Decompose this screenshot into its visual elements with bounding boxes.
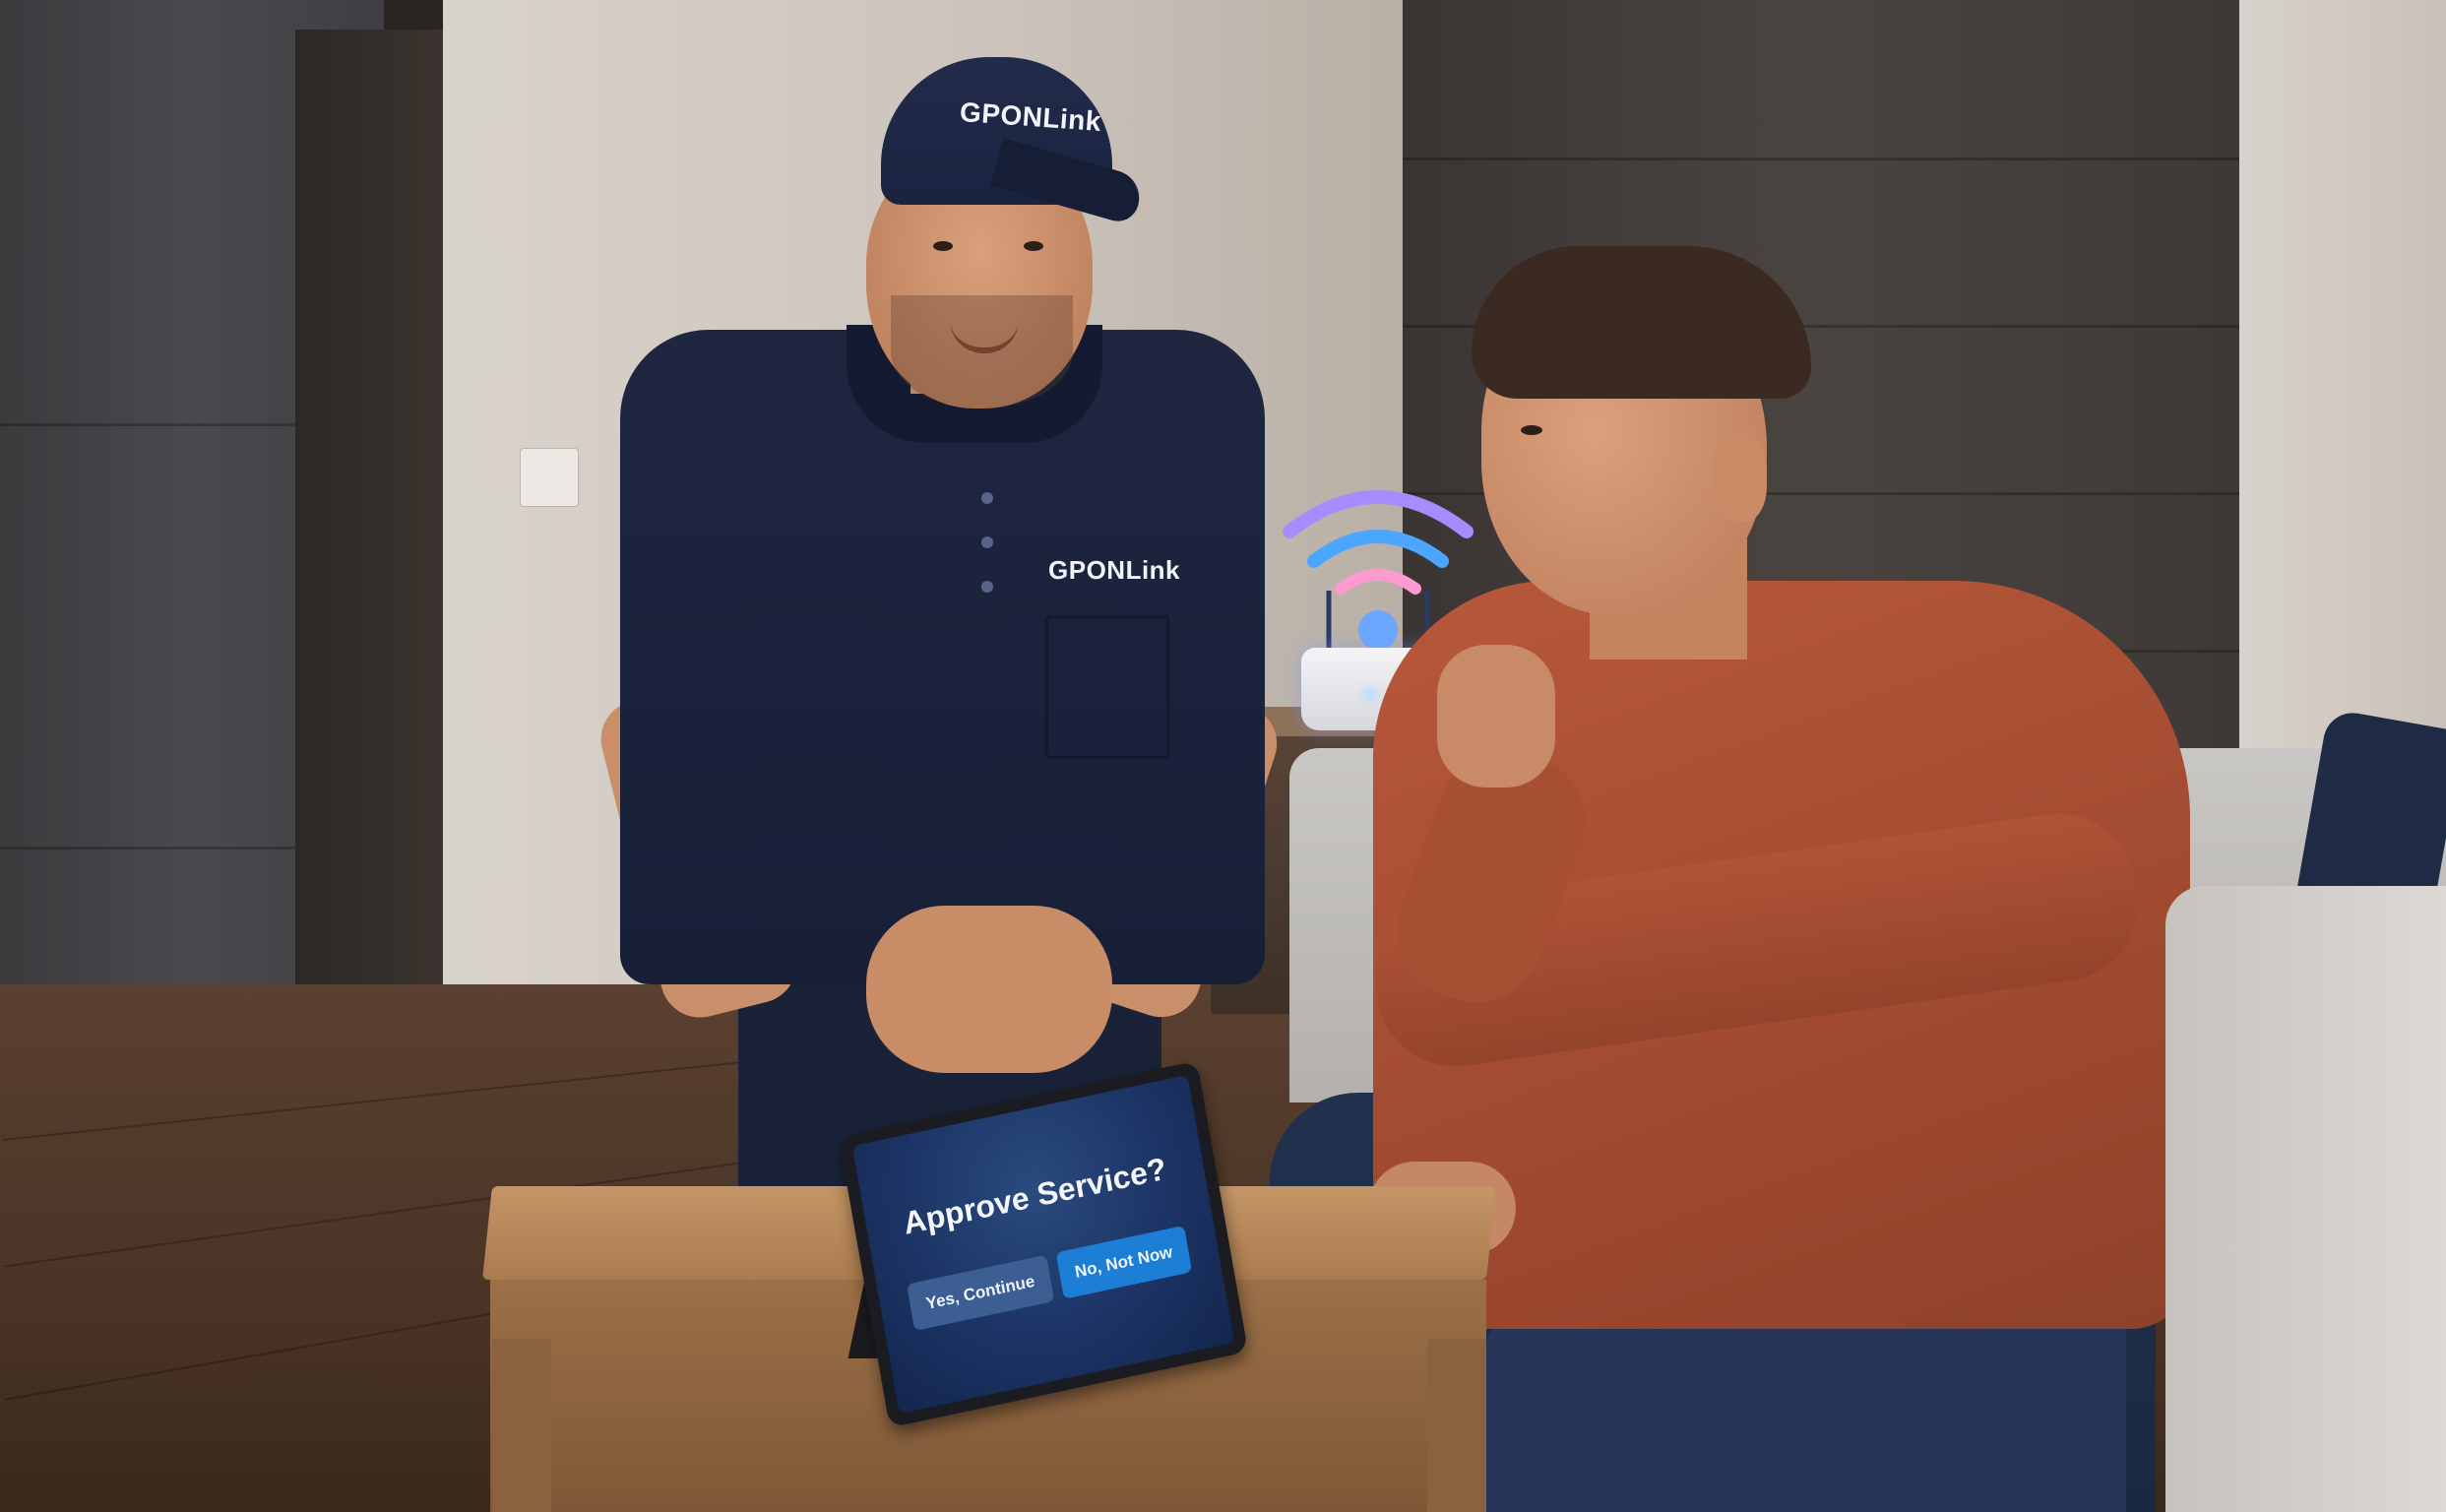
customer-eye <box>1521 425 1542 435</box>
shirt-button <box>981 536 993 548</box>
shirt-logo: GPONLink <box>1048 555 1181 585</box>
dark-doorway <box>295 30 443 1034</box>
customer-hair <box>1472 246 1811 399</box>
no-not-now-button[interactable]: No, Not Now <box>1055 1225 1192 1299</box>
technician-clasped-hands <box>866 906 1112 1073</box>
light-switch <box>520 448 579 507</box>
approval-dialog: Approve Service? Yes, Continue No, Not N… <box>851 1074 1235 1415</box>
photo-scene: GPONLink GPONLink Approve Service? Yes, … <box>0 0 2446 1512</box>
customer-hand-on-chin <box>1437 645 1555 788</box>
customer-ear <box>1713 433 1767 522</box>
technician-eye <box>933 241 953 251</box>
shirt-button <box>981 492 993 504</box>
technician-eye <box>1024 241 1043 251</box>
dialog-button-row: Yes, Continue No, Not Now <box>907 1225 1192 1331</box>
coffee-table-leg <box>492 1339 551 1512</box>
technician-pocket <box>1045 615 1169 759</box>
yes-continue-button[interactable]: Yes, Continue <box>907 1254 1054 1331</box>
router-status-led <box>1365 689 1375 699</box>
shirt-button <box>981 581 993 593</box>
coffee-table-leg <box>1427 1339 1486 1512</box>
dialog-title: Approve Service? <box>900 1150 1169 1241</box>
far-right-wall <box>2239 0 2446 778</box>
sofa-arm <box>2165 886 2446 1512</box>
